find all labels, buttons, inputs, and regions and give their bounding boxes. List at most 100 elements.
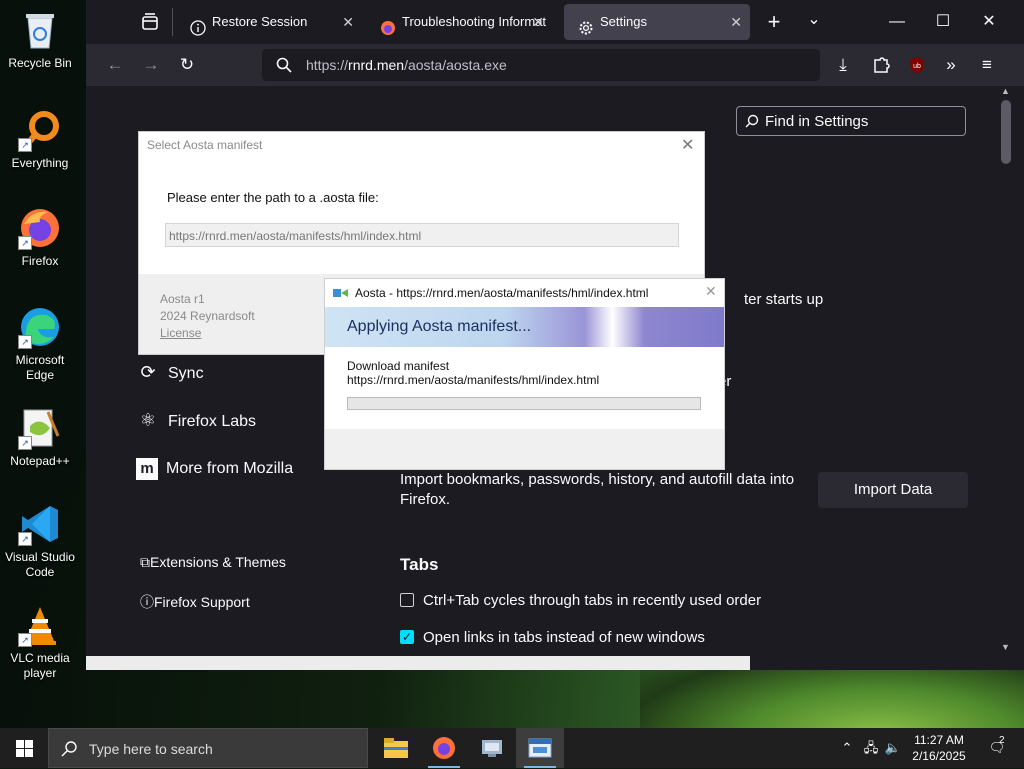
edge-icon: ↗ (18, 305, 62, 349)
scroll-up-icon[interactable]: ▲ (1001, 86, 1010, 96)
category-label: More from Mozilla (166, 460, 294, 477)
url-host: rnrd.men (348, 57, 405, 73)
desktop-icon-vlc[interactable]: ↗ VLC media player (0, 603, 80, 681)
taskbar-file-explorer[interactable] (372, 728, 420, 768)
tab-settings[interactable]: Settings ✕ (564, 4, 750, 40)
address-bar[interactable]: https://rnrd.men/aosta/aosta.exe (262, 49, 820, 81)
downloads-button[interactable]: ⤓ (828, 50, 858, 80)
dialog-close-button[interactable]: ✕ (705, 283, 717, 300)
maximize-button[interactable]: ☐ (920, 0, 966, 44)
start-button[interactable] (0, 728, 48, 768)
new-tab-button[interactable]: + (760, 8, 788, 36)
extensions-button[interactable] (866, 50, 896, 80)
search-placeholder: Type here to search (89, 741, 213, 757)
import-description: Import bookmarks, passwords, history, an… (400, 471, 795, 508)
volume-muted-icon: 🔈 (884, 740, 902, 755)
progress-step-url: https://rnrd.men/aosta/manifests/hml/ind… (347, 373, 600, 387)
url-text: https://rnrd.men/aosta/aosta.exe (306, 49, 507, 81)
plus-icon: + (767, 9, 781, 34)
puzzle-icon (874, 57, 890, 73)
app-menu-button[interactable]: ≡ (972, 50, 1002, 80)
checkbox-checked[interactable]: ✓ (400, 630, 414, 644)
taskbar: Type here to search ⌃ 🖧 🔈 11:27 AM 2/16/… (0, 728, 1024, 768)
scrollbar[interactable]: ▲ ▼ (998, 86, 1014, 656)
close-tab-icon[interactable]: ✕ (342, 4, 354, 40)
search-icon (745, 114, 759, 128)
desktop-icon-label: Notepad++ (10, 454, 70, 468)
desktop-icon-label: Recycle Bin (8, 56, 72, 70)
taskbar-firefox[interactable] (420, 728, 468, 768)
labs-icon: ⚛ (139, 410, 157, 430)
dialog-banner: Applying Aosta manifest... (325, 307, 724, 347)
category-more-from-mozilla[interactable]: m More from Mozilla (136, 458, 293, 480)
desktop-icon-everything[interactable]: ↗ Everything (0, 108, 80, 171)
close-tab-icon[interactable]: ✕ (730, 4, 742, 40)
dialog-body: Download manifest https://rnrd.men/aosta… (325, 347, 724, 429)
desktop-icon-firefox[interactable]: ↗ Firefox (0, 206, 80, 269)
notification-center-button[interactable]: 🗨 2 (982, 728, 1012, 768)
manifest-path-input[interactable]: https://rnrd.men/aosta/manifests/hml/ind… (165, 223, 679, 247)
minimize-button[interactable]: — (874, 0, 920, 44)
progress-step-label: Download manifest (347, 359, 450, 373)
notification-count: 2 (999, 735, 1005, 746)
back-button[interactable]: ← (100, 50, 130, 80)
taskbar-clock[interactable]: 11:27 AM 2/16/2025 (900, 732, 978, 764)
search-icon (276, 57, 292, 73)
aosta-app-icon (333, 289, 348, 297)
desktop-icon-label: Everything (11, 156, 69, 170)
scrollbar-thumb[interactable] (1001, 100, 1011, 164)
forward-button[interactable]: → (136, 50, 166, 80)
taskbar-search-box[interactable]: Type here to search (48, 728, 368, 768)
vscode-icon: ↗ (18, 502, 62, 546)
chevron-up-icon: ⌃ (841, 740, 853, 755)
category-sync[interactable]: ⟳ Sync (136, 362, 204, 383)
taskbar-app[interactable] (468, 728, 516, 768)
find-in-settings-input[interactable]: Find in Settings (736, 106, 966, 136)
chevron-down-icon: ⌄ (807, 11, 821, 28)
tab-restore-session[interactable]: Restore Session ✕ (176, 4, 362, 40)
show-hidden-icons-button[interactable]: ⌃ (836, 728, 858, 768)
firefox-support-link[interactable]: ⓘFirefox Support (140, 592, 250, 612)
tab-label: Restore Session (212, 14, 308, 29)
app-copyright: 2024 Reynardsoft (160, 309, 255, 323)
network-button[interactable]: 🖧 (860, 728, 882, 768)
close-tab-icon[interactable]: ✕ (532, 4, 544, 40)
clock-time: 11:27 AM (914, 733, 964, 747)
dialog-prompt: Please enter the path to a .aosta file: (167, 190, 379, 205)
shortcut-arrow-icon: ↗ (18, 335, 32, 349)
reload-icon: ↻ (179, 55, 195, 74)
taskbar-aosta[interactable] (516, 728, 564, 768)
list-all-tabs-button[interactable]: ⌄ (800, 8, 828, 36)
desktop-icon-vscode[interactable]: ↗ Visual Studio Code (0, 502, 80, 580)
import-data-button[interactable]: Import Data (818, 472, 968, 508)
clock-date: 2/16/2025 (912, 749, 966, 763)
desktop-icon-notepadpp[interactable]: ↗ Notepad++ (0, 406, 80, 469)
checkbox-unchecked[interactable] (400, 593, 414, 607)
desktop-icon-edge[interactable]: ↗ Microsoft Edge (0, 305, 80, 383)
category-firefox-labs[interactable]: ⚛ Firefox Labs (136, 410, 256, 431)
license-link[interactable]: License (160, 326, 201, 340)
ublock-button[interactable]: ub (902, 50, 932, 80)
dialog-titlebar: Aosta - https://rnrd.men/aosta/manifests… (325, 279, 724, 307)
dialog-close-button[interactable]: ✕ (681, 135, 694, 155)
category-label: Sync (168, 365, 204, 382)
extensions-themes-link[interactable]: ⧉Extensions & Themes (140, 554, 286, 571)
maximize-icon: ☐ (935, 13, 951, 30)
progress-heading: Applying Aosta manifest... (347, 318, 532, 335)
reload-button[interactable]: ↻ (172, 50, 202, 80)
category-label: Firefox Labs (168, 413, 257, 430)
svg-text:ub: ub (913, 63, 921, 70)
firefox-icon (433, 737, 455, 759)
desktop-icon-recycle-bin[interactable]: Recycle Bin (0, 8, 80, 71)
shortcut-arrow-icon: ↗ (18, 532, 32, 546)
firefox-view-button[interactable] (136, 8, 164, 36)
tab-troubleshooting[interactable]: Troubleshooting Informat ✕ (366, 4, 552, 40)
desktop-icon-label: Firefox (21, 254, 59, 268)
close-window-button[interactable]: ✕ (966, 0, 1012, 44)
scroll-down-icon[interactable]: ▼ (1001, 642, 1010, 652)
desktop-icon-label: VLC media player (10, 651, 70, 680)
tab-label: Settings (600, 14, 647, 29)
aosta-app-icon (528, 738, 552, 758)
overflow-menu-button[interactable]: » (936, 50, 966, 80)
everything-icon: ↗ (18, 108, 62, 152)
